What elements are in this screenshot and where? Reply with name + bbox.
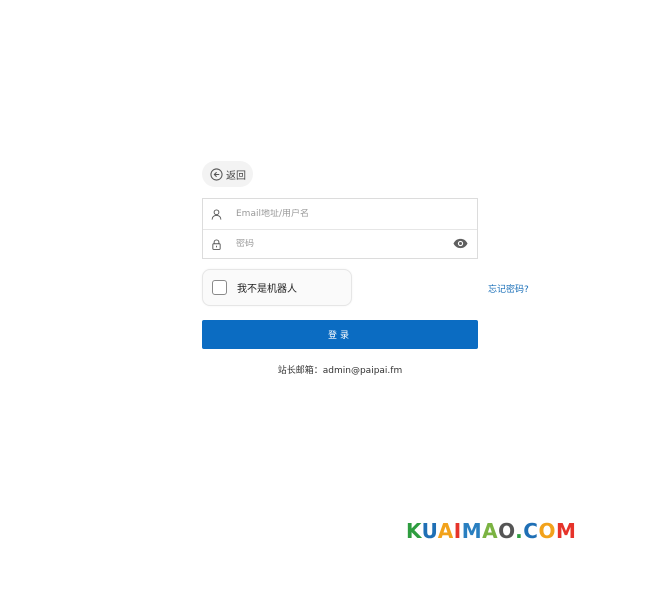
lock-icon [212, 238, 221, 250]
password-row [203, 229, 477, 259]
login-button[interactable]: 登录 [202, 320, 478, 349]
back-label: 返回 [226, 170, 246, 182]
eye-icon[interactable] [453, 238, 468, 249]
arrow-left-circle-icon [210, 167, 223, 181]
back-button[interactable]: 返回 [202, 161, 253, 187]
user-icon [211, 208, 222, 220]
kuaimao-logo-watermark: KUAIMAO.COM [406, 519, 576, 543]
login-page: 返回 我不是机器人 忘记密码? 登录 [0, 0, 666, 606]
captcha-checkbox[interactable] [212, 280, 227, 295]
password-input[interactable] [236, 239, 426, 249]
username-input[interactable] [236, 209, 426, 219]
admin-email: 站长邮箱：admin@paipai.fm [277, 366, 403, 376]
captcha-widget: 我不是机器人 [202, 269, 352, 306]
forgot-password-link[interactable]: 忘记密码? [488, 282, 529, 295]
username-row [203, 199, 477, 230]
svg-text:KUAIMAO.COM: KUAIMAO.COM [406, 519, 576, 543]
captcha-label: 我不是机器人 [237, 284, 297, 295]
login-form [202, 198, 478, 259]
